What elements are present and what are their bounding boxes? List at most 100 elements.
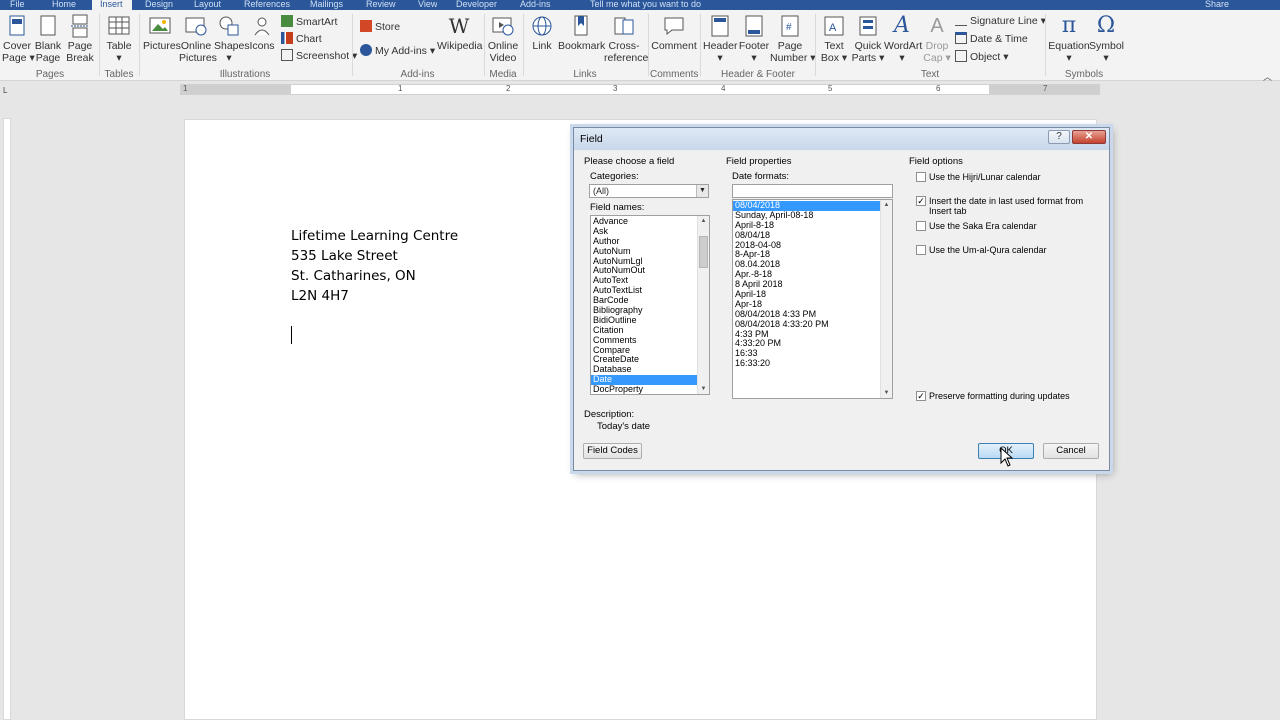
symbol-button[interactable]: Ω Symbol ▾ (1089, 14, 1125, 65)
equation-button[interactable]: π Equation ▾ (1048, 14, 1090, 65)
wikipedia-icon: W (448, 14, 470, 38)
drop-cap-button[interactable]: A Drop Cap ▾ (922, 14, 952, 64)
blank-page-label: Blank Page (34, 40, 62, 64)
tab-home[interactable]: Home (52, 0, 76, 10)
comment-button[interactable]: Comment (651, 14, 697, 52)
shapes-button[interactable]: Shapes ▾ (214, 14, 250, 64)
scroll-up-icon[interactable]: ▲ (698, 216, 709, 226)
store-icon (360, 20, 372, 32)
illustrations-group-label: Illustrations (219, 69, 271, 80)
field-properties-heading: Field properties (726, 156, 792, 167)
cover-page-button[interactable]: Cover Page ▾ (2, 14, 35, 64)
help-button[interactable]: ? (1048, 130, 1070, 144)
field-names-list[interactable]: Advance Ask Author AutoNum AutoNumLgl AutoNum… (590, 215, 710, 395)
page-break-button[interactable]: Page Break (64, 14, 96, 64)
footer-button[interactable]: Footer ▾ (737, 14, 771, 64)
saka-checkbox[interactable] (916, 221, 926, 231)
share-button[interactable]: Share (1205, 0, 1229, 10)
text-box-button[interactable]: A Text Box ▾ (820, 14, 848, 64)
ribbon: Cover Page ▾ Blank Page Page Break Pages… (0, 10, 1280, 83)
field-name-item[interactable]: DocProperty (591, 384, 709, 394)
tab-review[interactable]: Review (366, 0, 396, 10)
tab-addins[interactable]: Add-ins (520, 0, 551, 10)
date-formats-list[interactable]: 08/04/2018 Sunday, April-08-18 April-8-18 0… (732, 199, 893, 399)
last-used-format-checkbox[interactable]: ✓ (916, 196, 926, 206)
tab-layout[interactable]: Layout (194, 0, 221, 10)
cancel-button[interactable]: Cancel (1043, 443, 1099, 459)
close-button[interactable]: ✕ (1072, 130, 1106, 144)
tab-view[interactable]: View (418, 0, 437, 10)
vertical-ruler[interactable] (3, 118, 11, 720)
field-codes-button[interactable]: Field Codes (583, 443, 642, 459)
wikipedia-button[interactable]: W Wikipedia (437, 14, 483, 52)
icons-button[interactable]: Icons (247, 14, 277, 52)
document-text[interactable]: Lifetime Learning Centre 535 Lake Street… (291, 226, 458, 306)
scroll-down-icon[interactable]: ▼ (698, 384, 709, 394)
tab-insert[interactable]: Insert (92, 0, 132, 10)
link-button[interactable]: Link (527, 14, 557, 52)
collapse-ribbon-icon[interactable]: ︿ (1263, 70, 1272, 83)
quick-parts-label: Quick Parts ▾ (851, 40, 885, 64)
horizontal-ruler[interactable]: 1 1 2 3 4 5 6 7 (180, 84, 1100, 95)
tab-design[interactable]: Design (145, 0, 173, 10)
pictures-icon (148, 14, 172, 38)
online-pictures-icon (184, 14, 208, 38)
date-time-button[interactable]: Date & Time (955, 32, 1028, 46)
my-addins-button[interactable]: My Add-ins ▾ (360, 44, 435, 58)
preserve-formatting-checkbox[interactable]: ✓ (916, 391, 926, 401)
bookmark-icon (569, 14, 593, 38)
tab-mailings[interactable]: Mailings (310, 0, 343, 10)
screenshot-icon (281, 49, 293, 61)
field-name-item[interactable]: Advance (591, 216, 709, 227)
header-footer-group-label: Header & Footer (721, 69, 795, 80)
calendar-icon (955, 32, 967, 44)
symbol-label: Symbol ▾ (1089, 40, 1125, 64)
vertical-scrollbar[interactable] (1268, 84, 1280, 720)
smartart-button[interactable]: SmartArt (281, 15, 337, 29)
date-list-scrollbar[interactable]: ▲ ▼ (880, 200, 892, 398)
categories-label: Categories: (590, 171, 639, 182)
screenshot-button[interactable]: Screenshot ▾ (281, 49, 357, 63)
tell-me-box[interactable]: Tell me what you want to do (590, 0, 701, 10)
um-al-qura-checkbox[interactable] (916, 245, 926, 255)
tab-developer[interactable]: Developer (456, 0, 497, 10)
tab-references[interactable]: References (244, 0, 290, 10)
chevron-down-icon[interactable]: ▼ (696, 185, 708, 197)
store-button[interactable]: Store (360, 20, 400, 34)
pictures-button[interactable]: Pictures (143, 14, 181, 52)
object-button[interactable]: Object ▾ (955, 50, 1009, 64)
chart-button[interactable]: Chart (281, 32, 322, 46)
date-format-input[interactable] (732, 184, 893, 198)
scroll-up-icon[interactable]: ▲ (881, 200, 892, 210)
link-icon (530, 14, 554, 38)
tab-file[interactable]: File (10, 0, 25, 10)
scroll-down-icon[interactable]: ▼ (881, 388, 892, 398)
scroll-thumb[interactable] (699, 236, 708, 268)
page-number-button[interactable]: # Page Number ▾ (770, 14, 816, 64)
group-separator (484, 14, 485, 76)
table-button[interactable]: Table ▾ (104, 14, 134, 64)
signature-line-button[interactable]: Signature Line ▾ (955, 14, 1046, 28)
hijri-checkbox[interactable] (916, 172, 926, 182)
cross-reference-button[interactable]: Cross- reference (604, 14, 648, 64)
icons-icon (250, 14, 274, 38)
quick-parts-button[interactable]: Quick Parts ▾ (851, 14, 885, 64)
field-options-heading: Field options (909, 156, 963, 167)
field-list-scrollbar[interactable]: ▲ ▼ (697, 216, 709, 394)
mouse-cursor-icon (1000, 447, 1014, 467)
comment-icon (662, 14, 686, 38)
comment-label: Comment (651, 40, 697, 52)
description-text: Today's date (597, 421, 651, 432)
preserve-formatting-label: Preserve formatting during updates (929, 391, 1070, 401)
page-number-label: Page Number ▾ (770, 40, 816, 64)
blank-page-button[interactable]: Blank Page (33, 14, 63, 64)
wordart-button[interactable]: A WordArt ▾ (884, 14, 922, 65)
online-video-button[interactable]: Online Video (486, 14, 520, 64)
dialog-title-bar[interactable]: Field ? ✕ (574, 128, 1109, 150)
bookmark-button[interactable]: Bookmark (558, 14, 605, 52)
date-format-item[interactable]: 16:33:20 (733, 358, 892, 369)
online-pictures-button[interactable]: Online Pictures (179, 14, 217, 64)
header-button[interactable]: Header ▾ (703, 14, 737, 64)
tab-selector-icon[interactable]: L (3, 86, 11, 95)
categories-select[interactable]: (All) ▼ (589, 184, 709, 198)
